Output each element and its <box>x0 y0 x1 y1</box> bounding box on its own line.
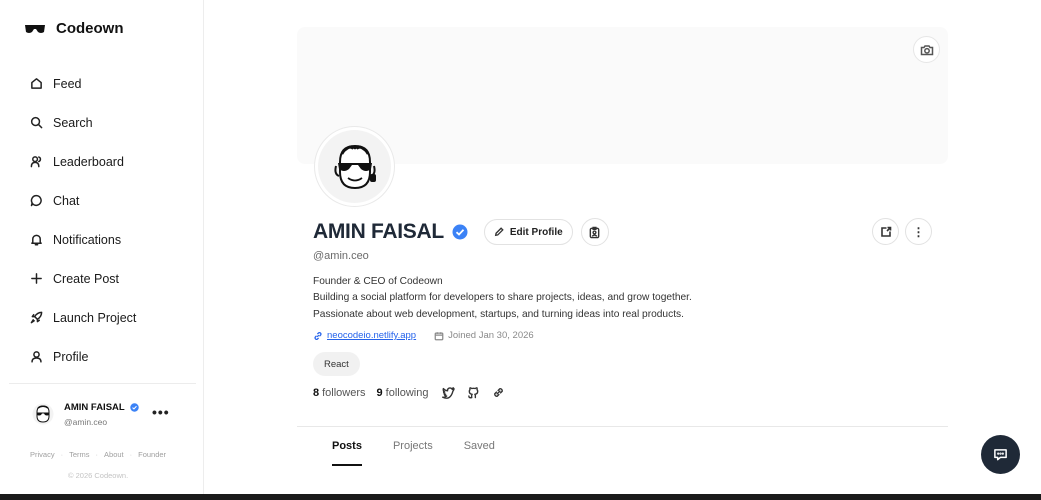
nav-item-chat[interactable]: Chat <box>22 181 192 220</box>
following-stat[interactable]: 9 following <box>377 387 429 399</box>
bio-line: Passionate about web development, startu… <box>313 308 684 320</box>
more-options-icon[interactable]: ••• <box>152 404 170 420</box>
pencil-icon <box>494 227 504 237</box>
following-count: 9 <box>376 386 383 399</box>
link-icon[interactable] <box>492 386 505 399</box>
footer-link-terms[interactable]: Terms <box>69 450 89 459</box>
user-card-name: AMIN FAISAL <box>64 402 125 413</box>
footer-link-founder[interactable]: Founder <box>138 450 166 459</box>
profile-name-row: AMIN FAISAL Edit Profile <box>313 218 609 246</box>
tab-saved[interactable]: Saved <box>464 440 495 466</box>
message-icon <box>994 449 1007 461</box>
profile-avatar-image <box>318 130 391 203</box>
nav-item-label: Profile <box>53 349 89 364</box>
social-links <box>442 386 505 399</box>
sidebar-divider <box>9 383 196 384</box>
sunglasses-logo-icon <box>25 24 45 33</box>
footer-links: Privacy · Terms · About · Founder <box>30 450 166 459</box>
chat-icon <box>30 194 42 207</box>
github-icon[interactable] <box>467 386 480 399</box>
followers-label: followers <box>322 386 366 399</box>
footer-separator: · <box>60 450 64 459</box>
users-icon <box>30 156 42 168</box>
brand-name: Codeown <box>56 20 124 37</box>
chat-fab-button[interactable] <box>981 435 1020 474</box>
nav-item-profile[interactable]: Profile <box>22 337 192 376</box>
nav-item-notifications[interactable]: Notifications <box>22 220 192 259</box>
bottom-edge-bar <box>0 494 1041 500</box>
sidebar: Codeown Feed Search Leaderboard Chat Not… <box>0 0 204 494</box>
nav-item-search[interactable]: Search <box>22 103 192 142</box>
rocket-icon <box>30 311 43 324</box>
profile-banner <box>297 27 948 164</box>
nav-item-label: Search <box>53 115 93 130</box>
joined-text: Joined Jan 30, 2026 <box>448 330 534 341</box>
share-profile-button[interactable] <box>872 218 899 245</box>
edit-profile-label: Edit Profile <box>509 226 563 238</box>
user-card-handle: @amin.ceo <box>64 417 108 427</box>
edit-profile-button[interactable]: Edit Profile <box>483 219 573 245</box>
verified-badge-icon <box>452 224 468 240</box>
tabs-divider <box>297 426 948 427</box>
nav-item-label: Launch Project <box>53 310 137 325</box>
plus-icon <box>31 273 42 284</box>
nav-item-label: Notifications <box>53 232 122 247</box>
nav-item-launch-project[interactable]: Launch Project <box>22 298 192 337</box>
copyright: © 2026 Codeown. <box>68 471 129 480</box>
id-card-button[interactable] <box>580 218 609 246</box>
profile-tabs: Posts Projects Saved <box>332 440 495 466</box>
followers-count: 8 <box>313 386 320 399</box>
tab-projects[interactable]: Projects <box>393 440 433 466</box>
avatar-illustration-icon <box>333 144 376 189</box>
link-icon <box>314 331 322 340</box>
footer-link-about[interactable]: About <box>104 450 124 459</box>
profile-display-name: AMIN FAISAL <box>313 220 444 243</box>
search-icon <box>30 116 43 129</box>
skill-tag[interactable]: React <box>313 352 360 376</box>
profile-bio: Founder & CEO of Codeown Building a soci… <box>313 274 692 323</box>
camera-icon <box>920 44 933 55</box>
calendar-icon <box>434 331 444 340</box>
profile-menu-button[interactable]: ⋮ <box>905 218 932 245</box>
nav-item-feed[interactable]: Feed <box>22 64 192 103</box>
nav-item-label: Feed <box>53 76 82 91</box>
profile-stats: 8 followers 9 following <box>313 386 505 399</box>
profile-avatar[interactable] <box>314 126 395 207</box>
tab-posts[interactable]: Posts <box>332 440 362 466</box>
user-card-name-row: AMIN FAISAL <box>64 402 139 413</box>
user-card[interactable]: AMIN FAISAL @amin.ceo ••• <box>32 398 172 432</box>
id-badge-icon <box>589 226 600 238</box>
vertical-dots-icon: ⋮ <box>912 224 925 239</box>
main-nav: Feed Search Leaderboard Chat Notificatio… <box>22 64 192 376</box>
nav-item-label: Leaderboard <box>53 154 124 169</box>
following-label: following <box>385 386 429 399</box>
nav-item-label: Chat <box>53 193 80 208</box>
footer-separator: · <box>129 450 133 459</box>
change-banner-button[interactable] <box>913 36 940 63</box>
bio-line: Founder & CEO of Codeown <box>313 276 443 287</box>
followers-stat[interactable]: 8 followers <box>313 387 366 399</box>
avatar <box>32 403 54 425</box>
profile-meta: neocodeio.netlify.app Joined Jan 30, 202… <box>313 330 534 341</box>
brand[interactable]: Codeown <box>24 20 124 37</box>
user-icon <box>31 351 42 363</box>
website-text: neocodeio.netlify.app <box>327 330 417 341</box>
website-link[interactable]: neocodeio.netlify.app <box>313 330 416 341</box>
bio-line: Building a social platform for developer… <box>313 292 692 304</box>
joined-date: Joined Jan 30, 2026 <box>434 330 534 341</box>
nav-item-create-post[interactable]: Create Post <box>22 259 192 298</box>
share-icon <box>880 226 891 237</box>
home-icon <box>31 78 42 89</box>
nav-item-leaderboard[interactable]: Leaderboard <box>22 142 192 181</box>
profile-handle: @amin.ceo <box>313 250 369 262</box>
twitter-icon[interactable] <box>442 386 456 399</box>
footer-link-privacy[interactable]: Privacy <box>30 450 55 459</box>
bell-icon <box>31 234 42 246</box>
footer-separator: · <box>95 450 99 459</box>
verified-badge-icon <box>129 403 139 412</box>
nav-item-label: Create Post <box>53 271 120 286</box>
